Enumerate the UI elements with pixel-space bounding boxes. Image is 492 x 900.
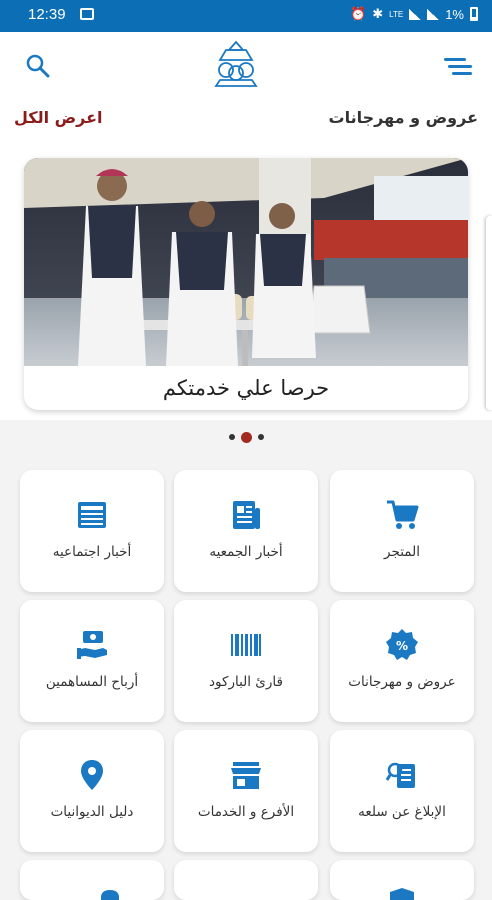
tile-label: الأفرع و الخدمات: [197, 804, 295, 820]
banner-carousel: حرصا علي خدمتكم: [0, 150, 492, 420]
tile-label: أخبار اجتماعيه: [52, 544, 132, 560]
menu-icon[interactable]: [442, 54, 474, 78]
svg-text:%: %: [396, 639, 408, 653]
tile-label: المتجر: [384, 544, 420, 560]
banner-caption: حرصا علي خدمتكم: [162, 376, 330, 400]
tile-label: دليل الديوانيات: [50, 804, 134, 820]
tile-partial[interactable]: [174, 860, 318, 900]
envelope-icon: [390, 888, 414, 900]
status-time: 12:39: [28, 6, 66, 23]
view-all-link[interactable]: اعرض الكل: [14, 108, 103, 127]
tile-label: قارئ الباركود: [209, 674, 283, 690]
tile-partial[interactable]: [20, 860, 164, 900]
battery-icon: [470, 7, 478, 21]
tile-offers[interactable]: % عروض و مهرجانات: [330, 600, 474, 722]
scroll-indicator: [486, 216, 492, 410]
carousel-dot[interactable]: [228, 434, 235, 440]
cash-hand-icon: [77, 631, 107, 659]
cart-icon: [387, 500, 419, 529]
carousel-dot[interactable]: [257, 434, 264, 440]
tile-branches-services[interactable]: الأفرع و الخدمات: [174, 730, 318, 852]
signal-icon-2: [427, 8, 440, 20]
organization-logo-icon: [214, 40, 258, 87]
report-item-icon: [385, 762, 415, 788]
location-pin-icon: [81, 760, 103, 790]
tile-label: الإبلاغ عن سلعه: [358, 804, 446, 820]
tile-social-news[interactable]: أخبار اجتماعيه: [20, 470, 164, 592]
location-pin-icon: [101, 890, 119, 900]
banner-photo: [24, 158, 468, 366]
gallery-notification-icon: [80, 8, 94, 20]
alarm-icon: ⏰: [350, 6, 367, 21]
tile-shareholder-profits[interactable]: أرباح المساهمين: [20, 600, 164, 722]
carousel-dots: [0, 430, 492, 444]
barcode-icon: [231, 634, 261, 656]
tile-label: أخبار الجمعيه: [209, 544, 283, 560]
tile-barcode-reader[interactable]: قارئ الباركود: [174, 600, 318, 722]
tile-partial[interactable]: [330, 860, 474, 900]
signal-icon: [409, 8, 422, 20]
tile-label: أرباح المساهمين: [45, 674, 139, 690]
tile-store[interactable]: المتجر: [330, 470, 474, 592]
tile-diwaniya-guide[interactable]: دليل الديوانيات: [20, 730, 164, 852]
app-header: [0, 32, 492, 98]
search-icon[interactable]: [24, 52, 52, 80]
newspaper-icon: [233, 501, 260, 529]
bluetooth-icon: ✱: [372, 6, 384, 21]
storefront-icon: [231, 762, 261, 789]
network-type: LTE: [389, 9, 404, 19]
article-icon: [78, 502, 106, 528]
status-bar: 12:39 ⏰ ✱ LTE 1%: [0, 0, 492, 32]
tile-association-news[interactable]: أخبار الجمعيه: [174, 470, 318, 592]
carousel-dot-active[interactable]: [240, 431, 252, 443]
section-title: عروض و مهرجانات: [328, 108, 479, 127]
battery-percent: 1%: [445, 6, 464, 22]
status-indicators: ⏰ ✱ LTE 1%: [350, 6, 478, 22]
tile-report-item[interactable]: الإبلاغ عن سلعه: [330, 730, 474, 852]
banner-slide[interactable]: حرصا علي خدمتكم: [24, 158, 468, 410]
percent-badge-icon: %: [386, 629, 418, 660]
tile-label: عروض و مهرجانات: [348, 674, 456, 690]
section-header: عروض و مهرجانات اعرض الكل: [0, 98, 492, 150]
